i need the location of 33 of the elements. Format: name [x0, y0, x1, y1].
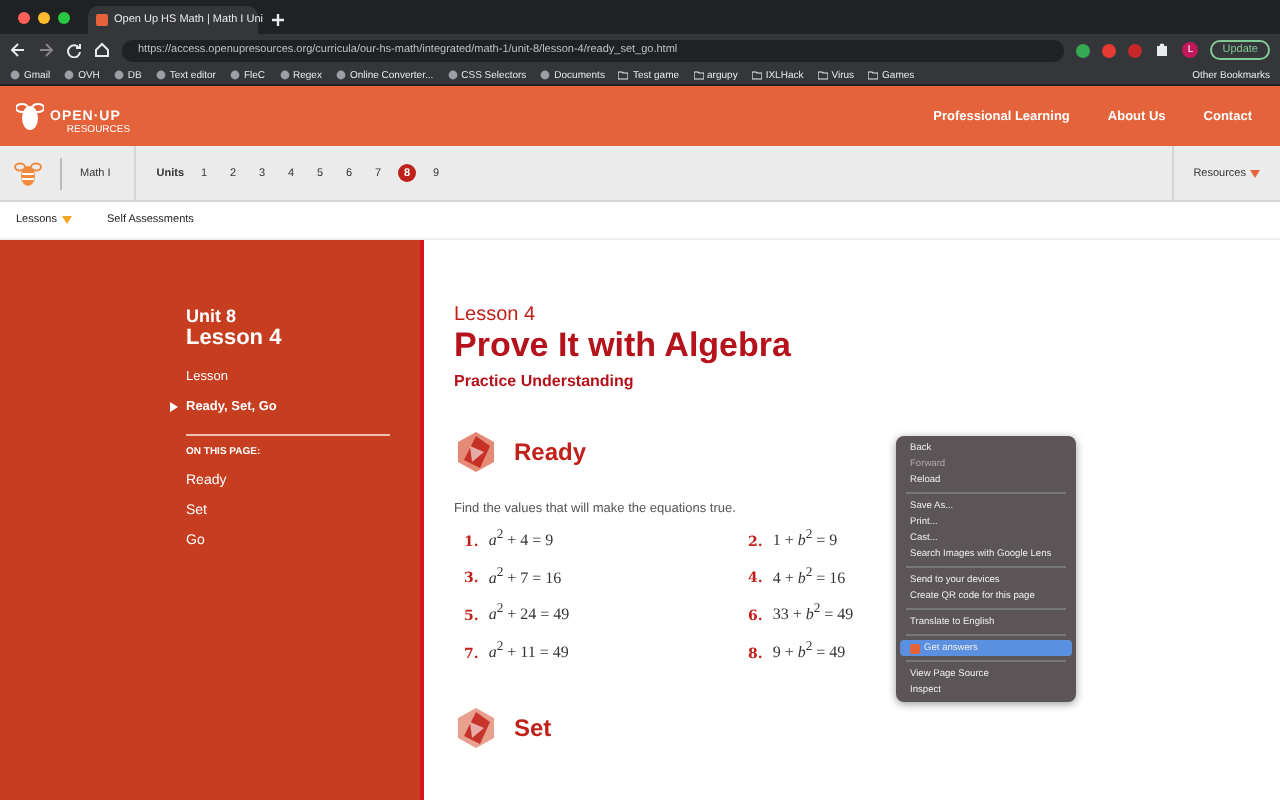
folder-icon — [693, 70, 704, 80]
lesson-title: Prove It with Algebra — [454, 326, 793, 366]
caret-icon — [61, 216, 71, 224]
window-controls-icon[interactable] — [16, 10, 76, 26]
equation: a$^{2}$ + 11 = 49 — [488, 639, 569, 662]
folder-icon — [817, 70, 828, 80]
equation: 33 + b$^{2}$ = 49 — [772, 602, 854, 624]
equation: a$^{2}$ + 4 = 9 — [488, 528, 554, 550]
hexagon-icon — [454, 430, 498, 474]
forward-icon[interactable] — [38, 42, 54, 58]
home-icon[interactable] — [94, 42, 110, 58]
section-heading: Set — [514, 713, 552, 742]
plus-icon[interactable] — [270, 12, 286, 28]
bee-icon — [14, 159, 42, 187]
equation: 9 + b$^{2}$ = 49 — [772, 639, 846, 662]
lesson-heading: Lesson 4 — [186, 326, 284, 350]
section-heading: Ready — [514, 438, 587, 466]
lesson-number: Lesson 4 — [454, 304, 538, 326]
lesson-subtitle: Practice Understanding — [454, 372, 636, 390]
folder-icon — [868, 70, 879, 80]
reload-icon[interactable] — [66, 42, 82, 58]
unit-heading: Unit 8 — [186, 306, 239, 326]
back-icon[interactable] — [10, 42, 26, 58]
current-arrow-icon — [170, 402, 178, 412]
equation: a$^{2}$ + 7 = 16 — [488, 565, 562, 587]
hexagon-icon — [454, 705, 498, 750]
equation: 4 + b$^{2}$ = 16 — [772, 565, 846, 587]
equation: a$^{2}$ + 24 = 49 — [488, 602, 570, 624]
folder-icon — [618, 70, 629, 80]
caret-icon — [1250, 169, 1260, 177]
bee-logo-icon — [16, 100, 44, 132]
equation: 1 + b$^{2}$ = 9 — [772, 528, 838, 550]
folder-icon — [751, 70, 762, 80]
